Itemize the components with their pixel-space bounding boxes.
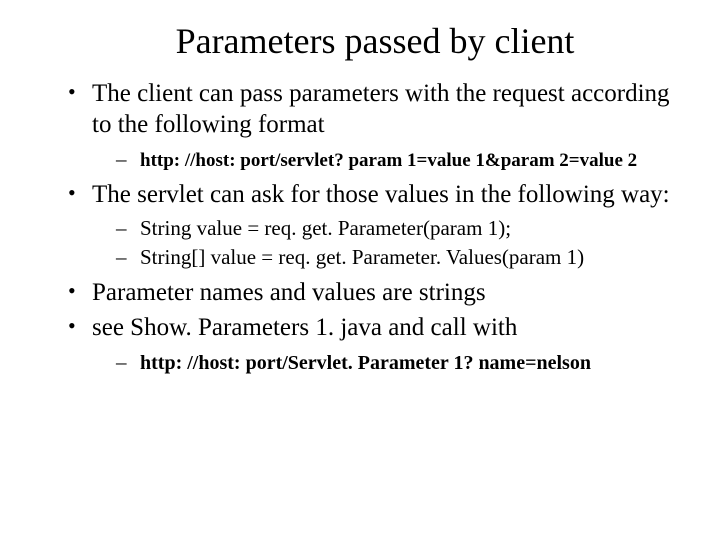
sub-bullet-text-2-2: String[] value = req. get. Parameter. Va… (140, 245, 584, 269)
bullet-text-3: Parameter names and values are strings (92, 279, 486, 306)
bullet-item-1: The client can pass parameters with the … (68, 78, 680, 173)
bullet-item-4: see Show. Parameters 1. java and call wi… (68, 312, 680, 376)
sub-bullet-text-1-1: http: //host: port/servlet? param 1=valu… (140, 150, 637, 171)
sub-bullet-2-1: String value = req. get. Parameter(param… (116, 214, 680, 242)
slide-title: Parameters passed by client (90, 20, 660, 62)
bullet-list: The client can pass parameters with the … (40, 78, 680, 377)
sub-bullet-4-1: http: //host: port/Servlet. Parameter 1?… (116, 348, 680, 377)
bullet-text-2: The servlet can ask for those values in … (92, 181, 670, 208)
sub-list-2: String value = req. get. Parameter(param… (92, 214, 680, 271)
sub-bullet-text-4-1: http: //host: port/Servlet. Parameter 1?… (140, 352, 591, 374)
sub-list-1: http: //host: port/servlet? param 1=valu… (92, 145, 680, 174)
sub-bullet-2-2: String[] value = req. get. Parameter. Va… (116, 243, 680, 271)
bullet-item-3: Parameter names and values are strings (68, 277, 680, 308)
bullet-text-4: see Show. Parameters 1. java and call wi… (92, 314, 517, 341)
sub-bullet-1-1: http: //host: port/servlet? param 1=valu… (116, 145, 680, 174)
bullet-item-2: The servlet can ask for those values in … (68, 179, 680, 271)
sub-list-4: http: //host: port/Servlet. Parameter 1?… (92, 348, 680, 377)
bullet-text-1: The client can pass parameters with the … (92, 80, 670, 138)
sub-bullet-text-2-1: String value = req. get. Parameter(param… (140, 216, 511, 240)
